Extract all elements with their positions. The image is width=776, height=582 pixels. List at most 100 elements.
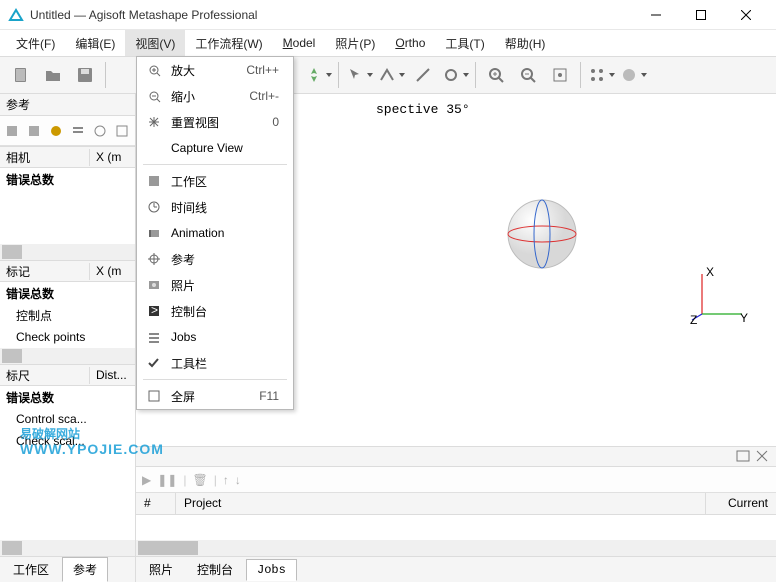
view-menu-item-5[interactable]: 工作区 <box>137 168 293 194</box>
menu-workflow[interactable]: 工作流程(W) <box>185 30 272 56</box>
ref-settings-button[interactable] <box>68 121 88 141</box>
markers-row-check[interactable]: Check points <box>0 326 135 348</box>
tab-console[interactable]: 控制台 <box>186 557 244 582</box>
ref-convert-button[interactable] <box>46 121 66 141</box>
cameras-scroll[interactable] <box>0 244 135 260</box>
reset-view-icon <box>143 115 165 129</box>
fullscreen-icon <box>143 389 165 403</box>
ref-import-button[interactable] <box>2 121 22 141</box>
right-bottom-tabs: 照片 控制台 Jobs <box>136 556 776 582</box>
jobs-play-icon[interactable]: ▶ <box>142 473 151 487</box>
tab-photos[interactable]: 照片 <box>138 557 184 582</box>
view-menu-item-3[interactable]: Capture View <box>137 135 293 161</box>
view-menu-item-2[interactable]: 重置视图0 <box>137 109 293 135</box>
menubar: 文件(F) 编辑(E) 视图(V) 工作流程(W) Model 照片(P) Or… <box>0 30 776 56</box>
marker-tool[interactable] <box>440 60 470 90</box>
svg-text:X: X <box>706 266 714 279</box>
ruler-row-check[interactable]: Check scal... <box>0 430 135 452</box>
view-menu-item-8[interactable]: 参考 <box>137 246 293 272</box>
zoom-in-button[interactable] <box>481 60 511 90</box>
jobs-col-project[interactable]: Project <box>176 493 706 514</box>
new-button[interactable] <box>6 60 36 90</box>
ruler-row-errors[interactable]: 错误总数 <box>0 386 135 408</box>
ref-export-button[interactable] <box>24 121 44 141</box>
reference-icon <box>143 252 165 266</box>
markers-row-errors[interactable]: 错误总数 <box>0 282 135 304</box>
open-button[interactable] <box>38 60 68 90</box>
tab-workspace[interactable]: 工作区 <box>2 557 60 582</box>
navigate-button[interactable] <box>303 60 333 90</box>
menu-help[interactable]: 帮助(H) <box>495 30 556 56</box>
ruler-tool[interactable] <box>408 60 438 90</box>
jobs-panel: ▶ ❚❚ | 🗑 | ↑ ↓ # Project Current <box>136 446 776 556</box>
jobs-toolbar: ▶ ❚❚ | 🗑 | ↑ ↓ <box>136 467 776 493</box>
ref-update-button[interactable] <box>112 121 132 141</box>
view-menu-item-6[interactable]: 时间线 <box>137 194 293 220</box>
display-mode-button[interactable] <box>586 60 616 90</box>
markers-col-x[interactable]: X (m <box>90 264 135 278</box>
view-menu-item-1[interactable]: 缩小Ctrl+- <box>137 83 293 109</box>
ruler-row-control[interactable]: Control sca... <box>0 408 135 430</box>
view-menu-item-14[interactable]: 全屏F11 <box>137 383 293 409</box>
zoom-out-icon <box>143 89 165 103</box>
jobs-close-icon[interactable] <box>756 450 772 464</box>
jobs-panel-header <box>136 447 776 467</box>
cameras-col-name[interactable]: 相机 <box>0 149 90 166</box>
view-menu-item-9[interactable]: 照片 <box>137 272 293 298</box>
region-tool[interactable] <box>376 60 406 90</box>
jobs-float-icon[interactable] <box>736 450 752 464</box>
app-icon <box>8 7 24 23</box>
view-dropdown: 放大Ctrl++缩小Ctrl+-重置视图0Capture View 工作区时间线A… <box>136 56 294 410</box>
tab-jobs[interactable]: Jobs <box>246 559 297 581</box>
show-items-button[interactable] <box>618 60 648 90</box>
reference-panel-title: 参考 <box>0 94 135 116</box>
jobs-up-icon[interactable]: ↑ <box>223 473 229 487</box>
view-menu-item-12[interactable]: 工具栏 <box>137 350 293 376</box>
workspace-icon <box>143 174 165 188</box>
animation-icon <box>143 226 165 240</box>
markers-row-control[interactable]: 控制点 <box>0 304 135 326</box>
tab-reference[interactable]: 参考 <box>62 557 108 582</box>
jobs-icon <box>143 330 165 344</box>
select-tool[interactable] <box>344 60 374 90</box>
ruler-header: 标尺 Dist... <box>0 364 135 386</box>
ruler-scroll[interactable] <box>0 540 135 556</box>
jobs-scroll[interactable] <box>136 540 776 556</box>
view-menu-item-11[interactable]: Jobs <box>137 324 293 350</box>
jobs-col-current[interactable]: Current <box>706 493 776 514</box>
jobs-delete-icon[interactable]: 🗑 <box>192 473 207 487</box>
menu-model[interactable]: Model <box>273 30 326 56</box>
menu-edit[interactable]: 编辑(E) <box>65 30 125 56</box>
cameras-col-x[interactable]: X (m <box>90 150 135 164</box>
menu-photo[interactable]: 照片(P) <box>325 30 385 56</box>
console-icon: > <box>143 304 165 318</box>
ruler-col-dist[interactable]: Dist... <box>90 368 135 382</box>
timeline-icon <box>143 200 165 214</box>
save-button[interactable] <box>70 60 100 90</box>
menu-ortho[interactable]: Ortho <box>385 30 435 56</box>
ruler-col-name[interactable]: 标尺 <box>0 367 90 384</box>
jobs-pause-icon[interactable]: ❚❚ <box>157 473 177 487</box>
axis-gizmo: X Y Z <box>690 266 750 326</box>
jobs-down-icon[interactable]: ↓ <box>235 473 241 487</box>
menu-view[interactable]: 视图(V) <box>125 30 185 56</box>
menu-tools[interactable]: 工具(T) <box>435 30 494 56</box>
jobs-col-num[interactable]: # <box>136 493 176 514</box>
cameras-header: 相机 X (m <box>0 146 135 168</box>
view-menu-item-10[interactable]: >控制台 <box>137 298 293 324</box>
maximize-button[interactable] <box>678 0 723 29</box>
minimize-button[interactable] <box>633 0 678 29</box>
svg-text:Y: Y <box>740 311 748 325</box>
view-menu-item-7[interactable]: Animation <box>137 220 293 246</box>
view-menu-item-0[interactable]: 放大Ctrl++ <box>137 57 293 83</box>
menu-file[interactable]: 文件(F) <box>6 30 65 56</box>
close-button[interactable] <box>723 0 768 29</box>
markers-col-name[interactable]: 标记 <box>0 263 90 280</box>
zoom-out-button[interactable] <box>513 60 543 90</box>
fit-view-button[interactable] <box>545 60 575 90</box>
reference-panel: 参考 相机 X (m 错误总数 标记 X (m 错误总数 控制点 Check p… <box>0 94 136 582</box>
cameras-row-errors[interactable]: 错误总数 <box>0 168 135 190</box>
markers-scroll[interactable] <box>0 348 135 364</box>
check-icon <box>143 356 165 370</box>
ref-optimize-button[interactable] <box>90 121 110 141</box>
